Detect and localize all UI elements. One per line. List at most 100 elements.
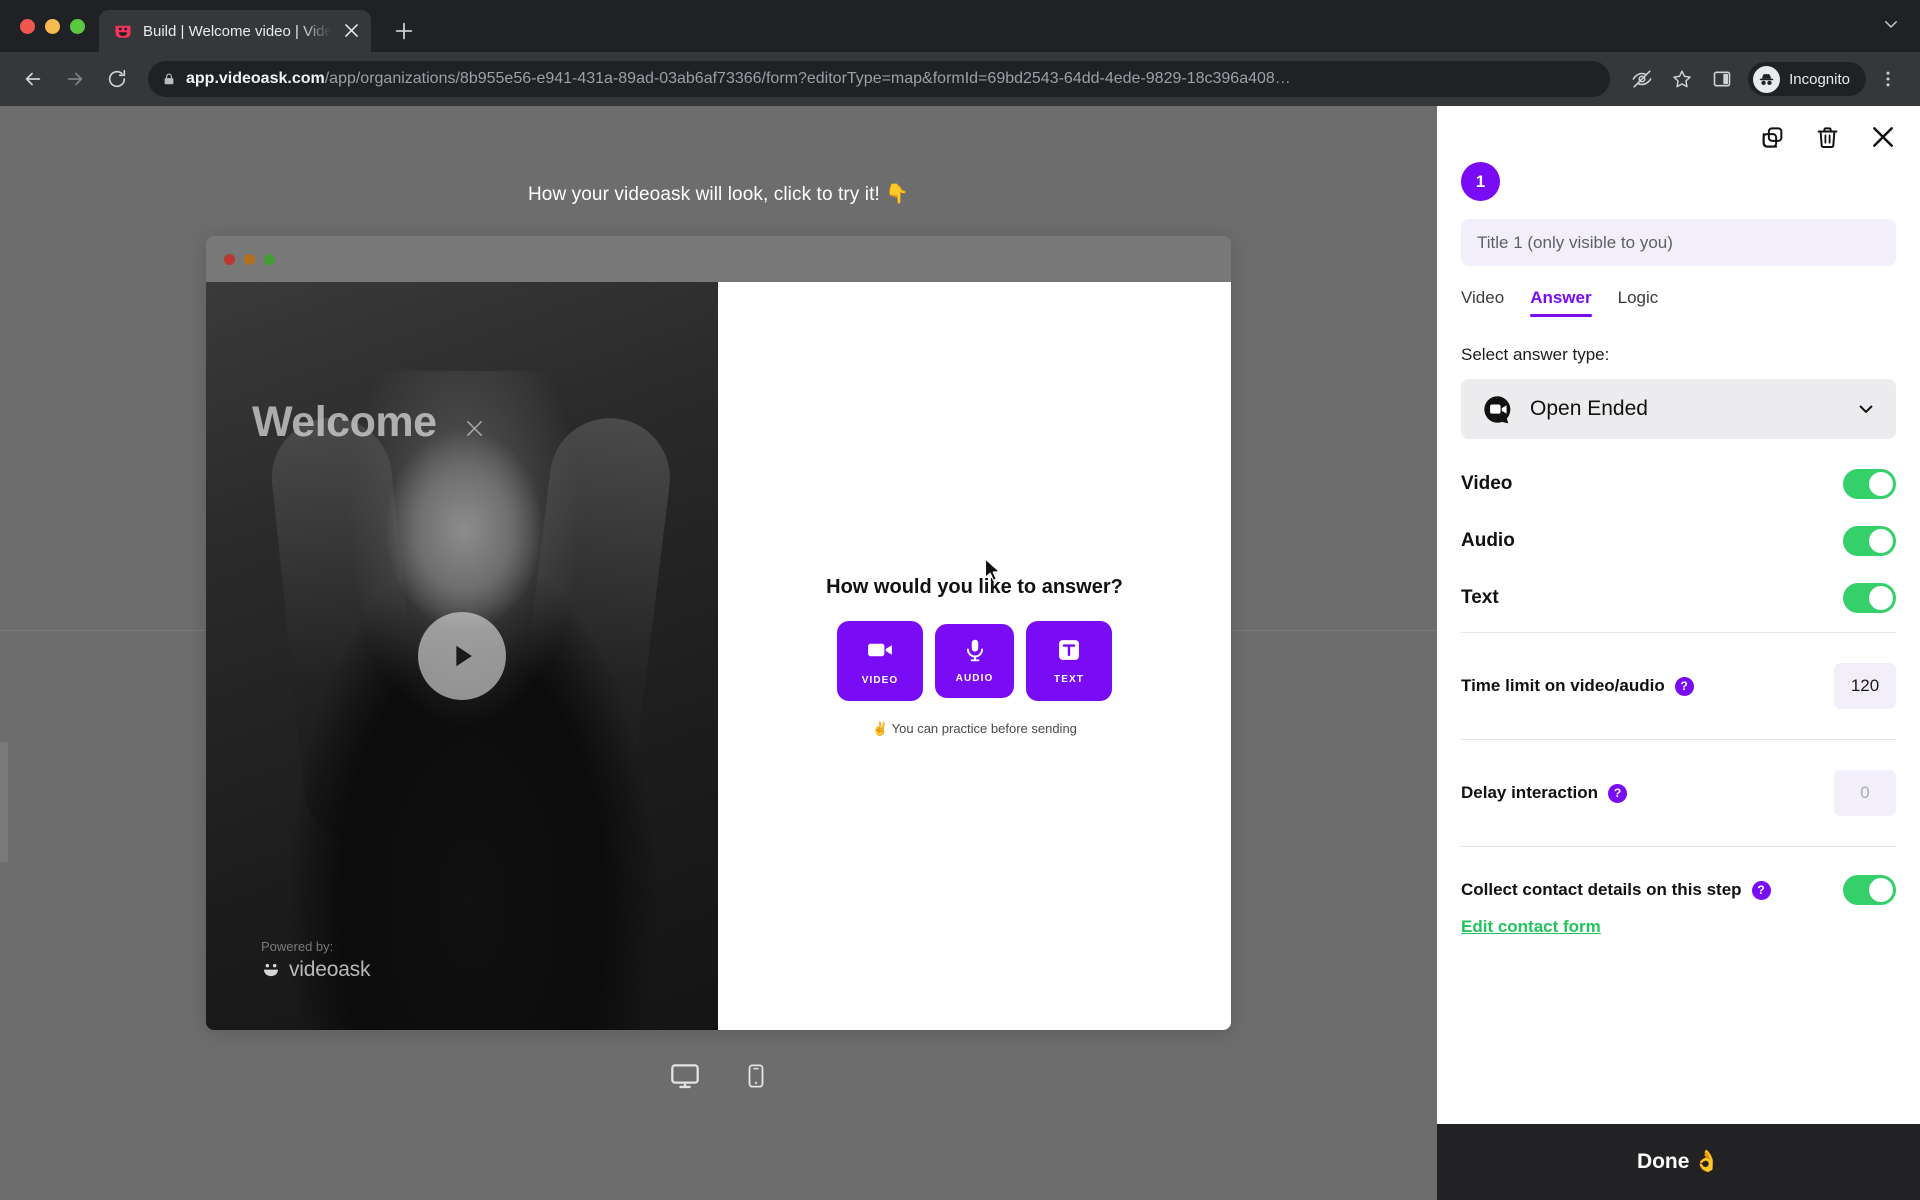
delay-interaction-label-text: Delay interaction bbox=[1461, 783, 1598, 802]
play-icon[interactable] bbox=[418, 612, 506, 700]
panel-footer: Done 👌 bbox=[1437, 1124, 1920, 1200]
delay-interaction-input[interactable]: 0 bbox=[1834, 770, 1896, 816]
forward-arrow-icon[interactable] bbox=[56, 60, 94, 98]
device-preview-toggles bbox=[669, 1060, 769, 1097]
step-title-input[interactable]: Title 1 (only visible to you) bbox=[1461, 219, 1896, 266]
preview-body: Welcome Powered by: videoask How would y… bbox=[206, 282, 1231, 1030]
ok-hand-emoji: 👌 bbox=[1693, 1150, 1721, 1173]
close-icon[interactable] bbox=[1870, 124, 1896, 150]
new-tab-button[interactable] bbox=[393, 20, 415, 46]
videoask-smiley-icon bbox=[261, 960, 281, 980]
toggle-knob bbox=[1869, 586, 1893, 610]
window-controls bbox=[12, 0, 99, 52]
answer-option-label: TEXT bbox=[1054, 674, 1084, 685]
collect-contact-label-text: Collect contact details on this step bbox=[1461, 880, 1742, 899]
step-number-badge: 1 bbox=[1461, 162, 1500, 201]
answer-option-video[interactable]: VIDEO bbox=[837, 620, 923, 701]
browser-tab[interactable]: Build | Welcome video | VideoAsk bbox=[99, 10, 371, 52]
answer-type-value: Open Ended bbox=[1530, 397, 1648, 420]
mouse-cursor bbox=[984, 558, 1002, 588]
incognito-label: Incognito bbox=[1789, 70, 1850, 88]
preview-video-pane[interactable]: Welcome Powered by: videoask bbox=[206, 282, 718, 1030]
time-limit-input[interactable]: 120 bbox=[1834, 663, 1896, 709]
browser-window: Build | Welcome video | VideoAsk bbox=[0, 0, 1920, 1200]
back-arrow-icon[interactable] bbox=[14, 60, 52, 98]
video-thumbnail-subject bbox=[272, 370, 673, 1030]
phone-icon[interactable] bbox=[743, 1063, 769, 1094]
toggle-row-audio: Audio bbox=[1461, 512, 1896, 569]
window-maximize-button[interactable] bbox=[70, 18, 85, 34]
omnibox-host: app.videoask.com bbox=[186, 70, 325, 87]
answer-option-audio[interactable]: AUDIO bbox=[935, 623, 1014, 698]
window-minimize-button[interactable] bbox=[45, 18, 60, 34]
answer-question-text: How would you like to answer? bbox=[826, 575, 1123, 598]
toggle-audio[interactable] bbox=[1843, 526, 1896, 556]
videoask-preview-window[interactable]: Welcome Powered by: videoask How would y… bbox=[206, 236, 1231, 1030]
toggle-label-text: Text bbox=[1461, 587, 1499, 608]
close-icon[interactable] bbox=[466, 420, 483, 443]
toggle-collect-contact[interactable] bbox=[1843, 875, 1896, 905]
videoask-brand: videoask bbox=[261, 958, 370, 982]
speech-bubble-video-icon bbox=[1481, 393, 1514, 426]
delay-interaction-row: Delay interaction ? 0 bbox=[1461, 746, 1896, 840]
text-box-icon bbox=[1055, 636, 1083, 664]
browser-toolbar: app.videoask.com/app/organizations/8b955… bbox=[0, 52, 1920, 106]
lock-icon bbox=[162, 72, 176, 86]
omnibox-path: /app/organizations/8b955e56-e941-431a-89… bbox=[324, 70, 1291, 87]
tab-answer[interactable]: Answer bbox=[1530, 288, 1593, 317]
answer-option-text[interactable]: TEXT bbox=[1026, 620, 1112, 701]
tab-list-menu[interactable] bbox=[1882, 0, 1920, 52]
preview-dot-green bbox=[264, 253, 275, 265]
form-preview-stage: How your videoask will look, click to tr… bbox=[0, 106, 1437, 1200]
question-mark-icon[interactable]: ? bbox=[1674, 676, 1694, 696]
toggle-label-video: Video bbox=[1461, 473, 1513, 494]
copy-icon[interactable] bbox=[1760, 125, 1785, 150]
answer-options: VIDEO AUDIO TEXT bbox=[837, 620, 1112, 701]
panel-header bbox=[1437, 106, 1920, 150]
collect-contact-row: Collect contact details on this step ? bbox=[1461, 853, 1896, 905]
done-button-label: Done bbox=[1636, 1150, 1690, 1173]
preview-dot-red bbox=[224, 253, 235, 265]
stage-caption: How your videoask will look, click to tr… bbox=[528, 182, 909, 206]
preview-window-titlebar bbox=[206, 236, 1231, 282]
toggle-knob bbox=[1869, 529, 1893, 553]
stage-caption-text: How your videoask will look, click to tr… bbox=[527, 184, 880, 205]
eye-off-icon[interactable] bbox=[1624, 61, 1660, 97]
star-icon[interactable] bbox=[1664, 61, 1700, 97]
time-limit-row: Time limit on video/audio ? 120 bbox=[1461, 639, 1896, 733]
tab-title: Build | Welcome video | VideoAsk bbox=[143, 22, 331, 40]
tab-close-icon[interactable] bbox=[341, 23, 361, 40]
kebab-menu-icon[interactable] bbox=[1870, 61, 1906, 97]
trash-icon[interactable] bbox=[1815, 125, 1840, 150]
toggle-text[interactable] bbox=[1843, 583, 1896, 613]
toggle-row-video: Video bbox=[1461, 455, 1896, 512]
incognito-profile-button[interactable]: Incognito bbox=[1748, 62, 1866, 96]
question-mark-icon[interactable]: ? bbox=[1608, 783, 1627, 803]
answer-type-select[interactable]: Open Ended bbox=[1461, 379, 1896, 439]
time-limit-label: Time limit on video/audio ? bbox=[1461, 676, 1694, 696]
omnibox-url: app.videoask.com/app/organizations/8b955… bbox=[186, 70, 1291, 88]
toggle-knob bbox=[1869, 878, 1893, 902]
side-panel-icon[interactable] bbox=[1704, 61, 1740, 97]
pointing-down-emoji: 👇 bbox=[885, 184, 910, 205]
window-close-button[interactable] bbox=[20, 18, 35, 34]
question-mark-icon[interactable]: ? bbox=[1751, 880, 1771, 900]
monitor-icon[interactable] bbox=[669, 1060, 701, 1097]
tab-video[interactable]: Video bbox=[1461, 288, 1504, 317]
answer-option-label: AUDIO bbox=[955, 673, 994, 684]
reload-icon[interactable] bbox=[98, 60, 136, 98]
collect-contact-label: Collect contact details on this step ? bbox=[1461, 880, 1771, 900]
videoask-smiley-icon bbox=[113, 21, 133, 41]
divider bbox=[1461, 846, 1896, 847]
address-bar[interactable]: app.videoask.com/app/organizations/8b955… bbox=[148, 61, 1611, 97]
tab-logic[interactable]: Logic bbox=[1618, 288, 1659, 317]
incognito-hat-icon bbox=[1753, 65, 1781, 93]
answer-type-label: Select answer type: bbox=[1461, 345, 1610, 364]
edit-contact-form-link[interactable]: Edit contact form bbox=[1461, 917, 1601, 937]
done-button[interactable]: Done 👌 bbox=[1637, 1150, 1720, 1174]
powered-by-videoask: Powered by: videoask bbox=[261, 939, 370, 982]
time-limit-label-text: Time limit on video/audio bbox=[1461, 676, 1665, 695]
panel-tabs: Video Answer Logic bbox=[1461, 288, 1896, 317]
preview-answer-pane: How would you like to answer? VIDEO AUDI… bbox=[718, 282, 1231, 1030]
toggle-video[interactable] bbox=[1843, 469, 1896, 499]
